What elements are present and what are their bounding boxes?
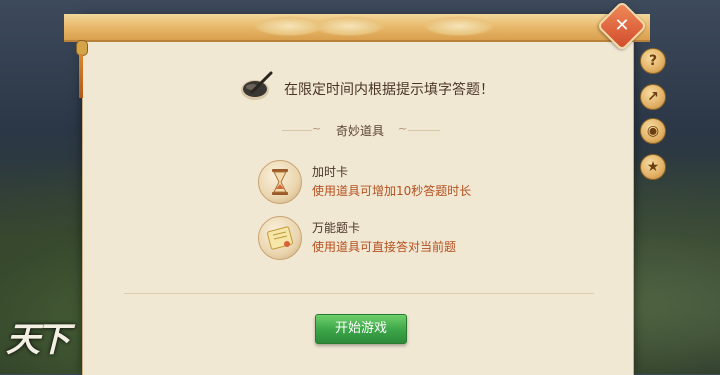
- tassel-cord: [79, 54, 83, 98]
- bottom-divider: [124, 293, 594, 294]
- item-universal-card: 万能题卡 使用道具可直接答对当前题: [258, 216, 518, 260]
- section-divider-right: [408, 130, 440, 131]
- item-description: 使用道具可直接答对当前题: [312, 240, 457, 254]
- dialog-header-band: [64, 14, 650, 42]
- instruction-text: 在限定时间内根据提示填字答题！: [284, 82, 494, 98]
- item-time-card: 加时卡 使用道具可增加10秒答题时长: [258, 160, 518, 204]
- help-icon: ?: [648, 53, 658, 69]
- share-button[interactable]: ↗: [640, 84, 666, 110]
- divider-ornament-right: ~: [398, 122, 408, 135]
- medal-button[interactable]: ★: [640, 154, 666, 180]
- section-divider-left: [282, 130, 312, 131]
- item-description: 使用道具可增加10秒答题时长: [312, 184, 472, 198]
- share-icon: ↗: [647, 89, 659, 105]
- cloud-ornament-right: [424, 16, 494, 36]
- eye-icon: ◉: [646, 123, 660, 139]
- view-button[interactable]: ◉: [640, 118, 666, 144]
- close-icon: ✕: [614, 15, 630, 36]
- hourglass-icon: [258, 160, 302, 204]
- item-name: 加时卡: [312, 165, 349, 179]
- section-title: 奇妙道具: [335, 124, 384, 138]
- task-instruction: 在限定时间内根据提示填字答题！: [238, 70, 538, 106]
- help-button[interactable]: ?: [640, 48, 666, 74]
- cloud-ornament-center: [314, 16, 384, 36]
- medal-icon: ★: [646, 159, 660, 175]
- logo-title: 天下: [6, 320, 70, 360]
- tassel-ornament: [76, 40, 88, 100]
- start-game-button[interactable]: 开始游戏: [315, 314, 407, 344]
- brush-ink-icon: [241, 71, 273, 100]
- item-name: 万能题卡: [312, 221, 361, 235]
- scroll-icon: [258, 216, 302, 260]
